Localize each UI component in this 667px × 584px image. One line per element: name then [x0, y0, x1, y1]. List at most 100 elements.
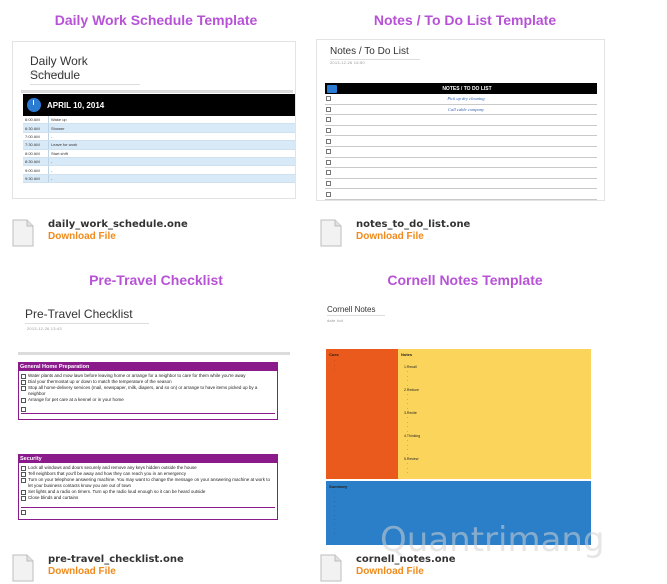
table-row: 9:30 AM -	[23, 174, 295, 184]
notes-column: Notes 1.Recall · · · · 2.Reduce · · · · …	[398, 349, 591, 479]
activity-cell: Shower	[51, 125, 65, 131]
bullet-dots: · · · · · · · · · ·	[334, 490, 336, 536]
list-item[interactable]	[325, 136, 597, 147]
download-link[interactable]: Download File	[356, 231, 424, 242]
page-title: Pre-Travel Checklist	[25, 307, 149, 324]
bullet-dots: · · ·	[334, 358, 336, 372]
checkbox[interactable]	[21, 373, 26, 379]
checklist-item[interactable]: Arrange for pet care at a kennel or in y…	[21, 397, 275, 403]
empty-item	[28, 406, 275, 412]
cornell-notes-preview[interactable]: Cornell Notes date tod Cues · · · Notes …	[316, 296, 605, 546]
section-heading: Security	[18, 454, 278, 463]
notes-label: Notes	[401, 352, 413, 357]
time-cell: 8:30 AM	[23, 157, 49, 166]
list-header: NOTES / TO DO LIST	[325, 83, 597, 94]
checkbox[interactable]	[326, 159, 331, 165]
download-link[interactable]: Download File	[48, 231, 116, 242]
activity-cell: -	[51, 167, 53, 173]
notes-to-do-preview[interactable]: Notes / To Do List 2013-12-26 16:50 NOTE…	[316, 39, 605, 201]
template-title-notes-to-do: Notes / To Do List Template	[373, 12, 557, 28]
file-name[interactable]: pre-travel_checklist.one	[48, 554, 184, 565]
template-title-cornell-notes: Cornell Notes Template	[387, 272, 543, 288]
activity-cell: -	[51, 175, 53, 181]
list-item[interactable]	[325, 147, 597, 158]
list-item[interactable]	[325, 179, 597, 190]
list-header-label: NOTES / TO DO LIST	[442, 85, 492, 92]
checkbox[interactable]	[21, 406, 26, 412]
checkbox[interactable]	[326, 106, 331, 112]
checkbox[interactable]	[21, 471, 26, 477]
activity-cell: Start shift	[51, 150, 68, 156]
checkbox[interactable]	[21, 397, 26, 403]
activity-cell: Wake up	[51, 117, 67, 123]
checklist-item-empty[interactable]	[21, 406, 275, 412]
document-icon	[320, 219, 342, 247]
time-cell: 6:30 AM	[23, 124, 49, 132]
checkbox[interactable]	[21, 477, 26, 483]
file-name[interactable]: notes_to_do_list.one	[356, 219, 470, 230]
table-row: 9:00 AM -	[23, 166, 295, 175]
checkbox[interactable]	[326, 149, 331, 155]
checkbox[interactable]	[21, 489, 26, 495]
list-item[interactable]: Call cable company	[325, 105, 597, 116]
bullet-dots: · · · ·	[407, 392, 409, 411]
list-item[interactable]	[325, 168, 597, 179]
checkbox[interactable]	[21, 385, 26, 391]
checklist-item[interactable]: Close blinds and curtains	[21, 495, 275, 501]
summary-label: Summary	[329, 484, 348, 489]
checklist-item-empty[interactable]	[21, 509, 275, 515]
list-item[interactable]	[325, 126, 597, 137]
section-body: Lock all windows and doors securely and …	[18, 463, 278, 520]
checkbox[interactable]	[21, 465, 26, 471]
list-item[interactable]: Pick up dry cleaning	[325, 94, 597, 105]
checkbox[interactable]	[21, 379, 26, 385]
list-item[interactable]	[325, 158, 597, 169]
checkbox[interactable]	[326, 191, 331, 197]
page-title: Cornell Notes	[327, 305, 385, 316]
table-row: 8:30 AM -	[23, 157, 295, 167]
checklist-item[interactable]: Stop all home-delivery services (mail, n…	[21, 385, 275, 397]
checkbox[interactable]	[21, 495, 26, 501]
checkbox[interactable]	[326, 138, 331, 144]
time-cell: 9:00 AM	[23, 166, 49, 174]
notebook-icon	[327, 84, 337, 93]
download-link[interactable]: Download File	[356, 566, 424, 577]
checkbox[interactable]	[326, 170, 331, 176]
checklist-item[interactable]: Turn on your telephone answering machine…	[21, 477, 275, 489]
table-row: 8:00 AM Start shift	[23, 149, 295, 158]
page-divider-bar	[21, 90, 293, 93]
item-text: Call cable company	[448, 106, 484, 112]
file-entry-pre-travel-checklist: pre-travel_checklist.one Download File	[12, 554, 232, 584]
checkbox[interactable]	[326, 128, 331, 134]
template-title-pre-travel-checklist: Pre-Travel Checklist	[89, 272, 223, 288]
item-text: Arrange for pet care at a kennel or in y…	[28, 397, 124, 402]
checkbox[interactable]	[326, 117, 331, 123]
time-cell: 7:00 AM	[23, 132, 49, 141]
watermark: Quantrimang	[380, 520, 605, 560]
download-link[interactable]: Download File	[48, 566, 116, 577]
schedule-date: APRIL 10, 2014	[47, 100, 105, 110]
note-item: 1.Recall	[404, 365, 417, 369]
time-cell: 7:30 AM	[23, 141, 49, 149]
page-title: Daily Work Schedule	[30, 54, 140, 85]
list-item[interactable]	[325, 189, 597, 200]
section-heading: General Home Preparation	[18, 362, 278, 371]
cues-column: Cues · · ·	[326, 349, 398, 479]
item-text: Turn on your telephone answering machine…	[28, 477, 270, 488]
checkbox[interactable]	[21, 509, 26, 515]
checklist-section-home: General Home Preparation Water plants an…	[18, 362, 278, 420]
template-title-daily-work-schedule: Daily Work Schedule Template	[54, 12, 258, 28]
file-entry-notes-to-do: notes_to_do_list.one Download File	[320, 219, 520, 249]
time-cell: 6:00 AM	[23, 116, 49, 124]
bullet-dots: · · ·	[407, 461, 409, 475]
empty-item	[28, 509, 275, 515]
daily-work-schedule-preview[interactable]: Daily Work Schedule 2013-12-26 16:18 APR…	[12, 41, 296, 199]
file-name[interactable]: daily_work_schedule.one	[48, 219, 188, 230]
checkbox[interactable]	[326, 181, 331, 187]
page-title: Notes / To Do List	[330, 46, 420, 60]
pre-travel-checklist-preview[interactable]: Pre-Travel Checklist 2013-12-26 13:43 Ge…	[12, 296, 296, 543]
list-item[interactable]	[325, 115, 597, 126]
schedule-header: APRIL 10, 2014	[23, 94, 295, 116]
checklist-section-security: Security Lock all windows and doors secu…	[18, 454, 278, 520]
checkbox[interactable]	[326, 96, 331, 102]
